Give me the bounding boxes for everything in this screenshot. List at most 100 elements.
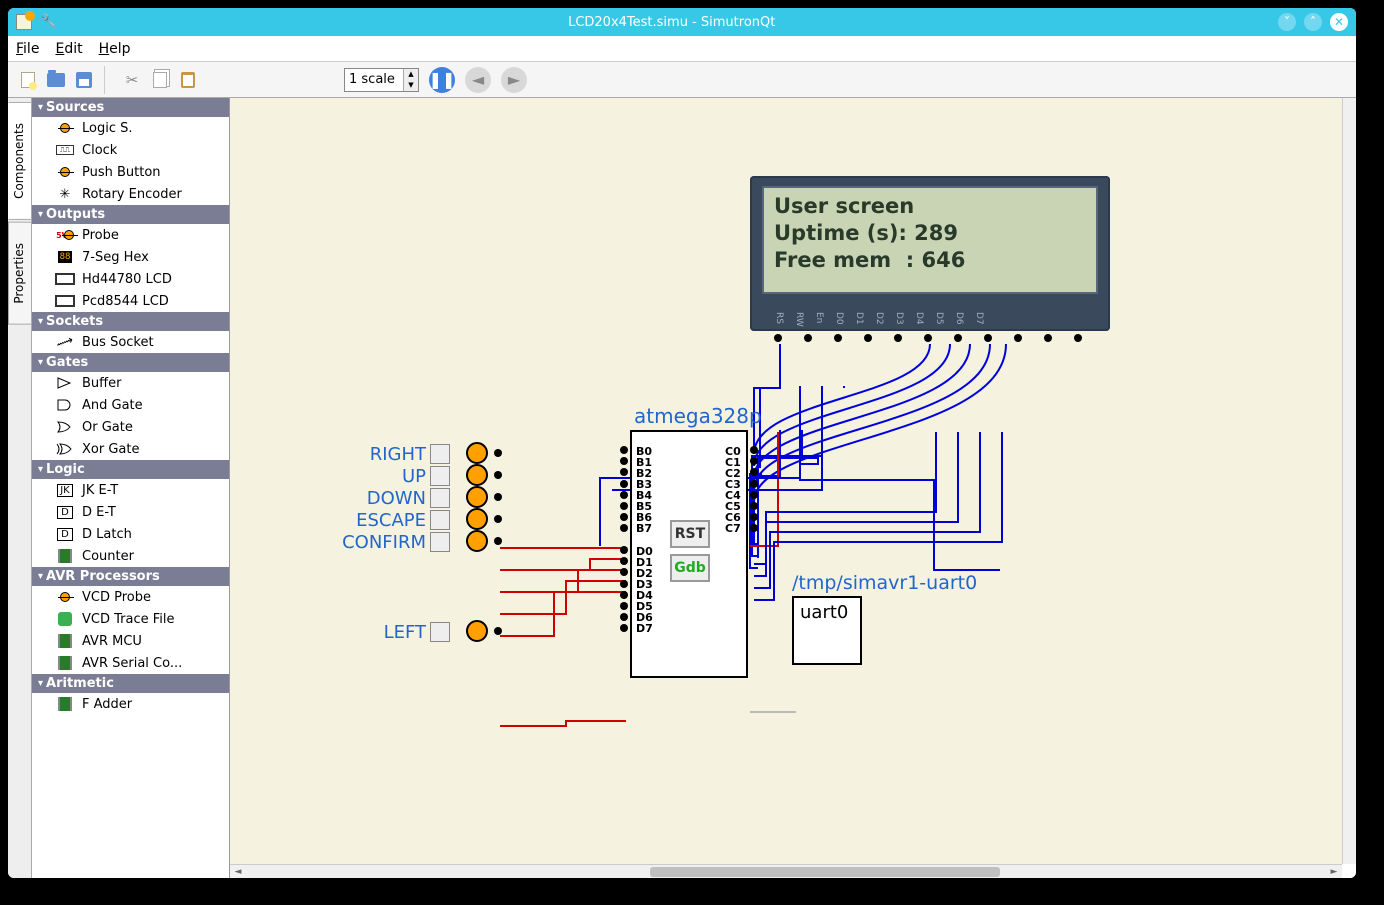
scroll-right-arrow[interactable]: ► [1328, 866, 1340, 878]
pushbutton-left[interactable] [430, 622, 450, 642]
cat-sockets[interactable]: Sockets [32, 312, 229, 331]
or-gate-icon [56, 420, 74, 434]
open-file-button[interactable] [44, 68, 68, 92]
flipflop-icon: D [57, 506, 73, 519]
mcu-rst-button[interactable]: RST [670, 520, 710, 548]
chip-icon [58, 656, 72, 670]
toolbar-separator [104, 66, 112, 94]
mcu-pindots-cr [750, 446, 758, 532]
clock-icon: ⎍⎍ [56, 145, 74, 155]
tab-components[interactable]: Components [8, 102, 31, 220]
menu-file[interactable]: File [16, 41, 39, 57]
paste-button[interactable] [176, 68, 200, 92]
folder-open-icon [47, 73, 65, 87]
app-window: 🔧 LCD20x4Test.simu - SimutronQt ˅ ˄ ✕ Fi… [8, 8, 1356, 878]
cat-aritmetic[interactable]: Aritmetic [32, 674, 229, 693]
node-down[interactable] [466, 486, 488, 508]
item-hd44780[interactable]: Hd44780 LCD [32, 268, 229, 290]
label-left: LEFT [336, 622, 426, 643]
item-avr-serial[interactable]: AVR Serial Co... [32, 652, 229, 674]
scale-input[interactable] [345, 69, 403, 91]
item-rotary-encoder[interactable]: ✳Rotary Encoder [32, 183, 229, 205]
mcu-gdb-button[interactable]: Gdb [670, 554, 710, 582]
node-right[interactable] [466, 442, 488, 464]
circuit-canvas[interactable]: User screen Uptime (s): 289 Free mem : 6… [230, 98, 1342, 864]
pushbutton-up[interactable] [430, 466, 450, 486]
copy-button[interactable] [148, 68, 172, 92]
item-bus-socket[interactable]: ⟿Bus Socket [32, 331, 229, 353]
item-vcd-probe[interactable]: VCD Probe [32, 586, 229, 608]
button-icon [60, 167, 70, 177]
pushbutton-down[interactable] [430, 488, 450, 508]
cut-button[interactable]: ✂ [120, 68, 144, 92]
wrench-icon: 🔧 [40, 14, 57, 30]
bus-icon: ⟿ [55, 332, 76, 351]
item-7seg[interactable]: 887-Seg Hex [32, 246, 229, 268]
item-and-gate[interactable]: And Gate [32, 394, 229, 416]
cat-sources[interactable]: Sources [32, 98, 229, 117]
label-confirm: CONFIRM [336, 532, 426, 553]
cat-avr[interactable]: AVR Processors [32, 567, 229, 586]
node-left[interactable] [466, 620, 488, 642]
vertical-scrollbar[interactable] [1342, 98, 1356, 864]
lcd-icon [55, 295, 75, 307]
canvas-area: User screen Uptime (s): 289 Free mem : 6… [230, 98, 1356, 878]
item-or-gate[interactable]: Or Gate [32, 416, 229, 438]
step-forward-button[interactable]: ► [501, 67, 527, 93]
close-button[interactable]: ✕ [1330, 13, 1348, 31]
horizontal-scrollbar[interactable]: ◄ ► [230, 864, 1342, 878]
item-d-et[interactable]: DD E-T [32, 501, 229, 523]
lcd-module[interactable]: User screen Uptime (s): 289 Free mem : 6… [750, 176, 1110, 331]
pushbutton-escape[interactable] [430, 510, 450, 530]
step-back-button[interactable]: ◄ [465, 67, 491, 93]
item-f-adder[interactable]: F Adder [32, 693, 229, 715]
item-d-latch[interactable]: DD Latch [32, 523, 229, 545]
menu-edit[interactable]: Edit [55, 41, 82, 57]
titlebar: 🔧 LCD20x4Test.simu - SimutronQt ˅ ˄ ✕ [8, 8, 1356, 36]
scroll-thumb[interactable] [650, 867, 1000, 877]
pushbutton-confirm[interactable] [430, 532, 450, 552]
item-jk-et[interactable]: JKJK E-T [32, 479, 229, 501]
seven-seg-icon: 88 [58, 251, 72, 263]
side-tab-strip: Components Properties [8, 98, 32, 878]
buffer-icon [56, 376, 74, 390]
mcu-pins-c: C0C1C2C3C4C5C6C7 [725, 446, 741, 534]
source-icon [60, 123, 70, 133]
node-confirm[interactable] [466, 530, 488, 552]
cat-logic[interactable]: Logic [32, 460, 229, 479]
item-counter[interactable]: Counter [32, 545, 229, 567]
pushbutton-right[interactable] [430, 444, 450, 464]
node-up[interactable] [466, 464, 488, 486]
app-icon [16, 14, 32, 30]
menu-help[interactable]: Help [99, 41, 131, 57]
item-buffer[interactable]: Buffer [32, 372, 229, 394]
cat-gates[interactable]: Gates [32, 353, 229, 372]
tab-properties[interactable]: Properties [8, 222, 31, 325]
node-escape[interactable] [466, 508, 488, 530]
scroll-left-arrow[interactable]: ◄ [232, 866, 244, 878]
uart-box[interactable]: uart0 [792, 596, 862, 665]
minimize-button[interactable]: ˅ [1278, 13, 1296, 31]
item-clock[interactable]: ⎍⎍Clock [32, 139, 229, 161]
item-pcd8544[interactable]: Pcd8544 LCD [32, 290, 229, 312]
scale-down-button[interactable]: ▼ [404, 80, 418, 91]
menubar: File Edit Help [8, 36, 1356, 62]
new-file-button[interactable] [16, 68, 40, 92]
item-logic-s[interactable]: Logic S. [32, 117, 229, 139]
cat-outputs[interactable]: Outputs [32, 205, 229, 224]
pause-button[interactable]: ❚❚ [429, 67, 455, 93]
save-file-button[interactable] [72, 68, 96, 92]
uart-path-label: /tmp/simavr1-uart0 [792, 572, 977, 594]
label-right: RIGHT [336, 444, 426, 465]
scale-spinbox[interactable]: ▲ ▼ [344, 68, 419, 92]
rotary-icon: ✳ [60, 187, 71, 202]
pause-icon: ❚❚ [429, 70, 456, 89]
item-probe[interactable]: 5VProbe [32, 224, 229, 246]
scale-up-button[interactable]: ▲ [404, 69, 418, 80]
mcu-pins-b: B0B1B2B3B4B5B6B7 [636, 446, 652, 534]
item-push-button[interactable]: Push Button [32, 161, 229, 183]
item-vcd-trace[interactable]: VCD Trace File [32, 608, 229, 630]
maximize-button[interactable]: ˄ [1304, 13, 1322, 31]
item-xor-gate[interactable]: Xor Gate [32, 438, 229, 460]
item-avr-mcu[interactable]: AVR MCU [32, 630, 229, 652]
